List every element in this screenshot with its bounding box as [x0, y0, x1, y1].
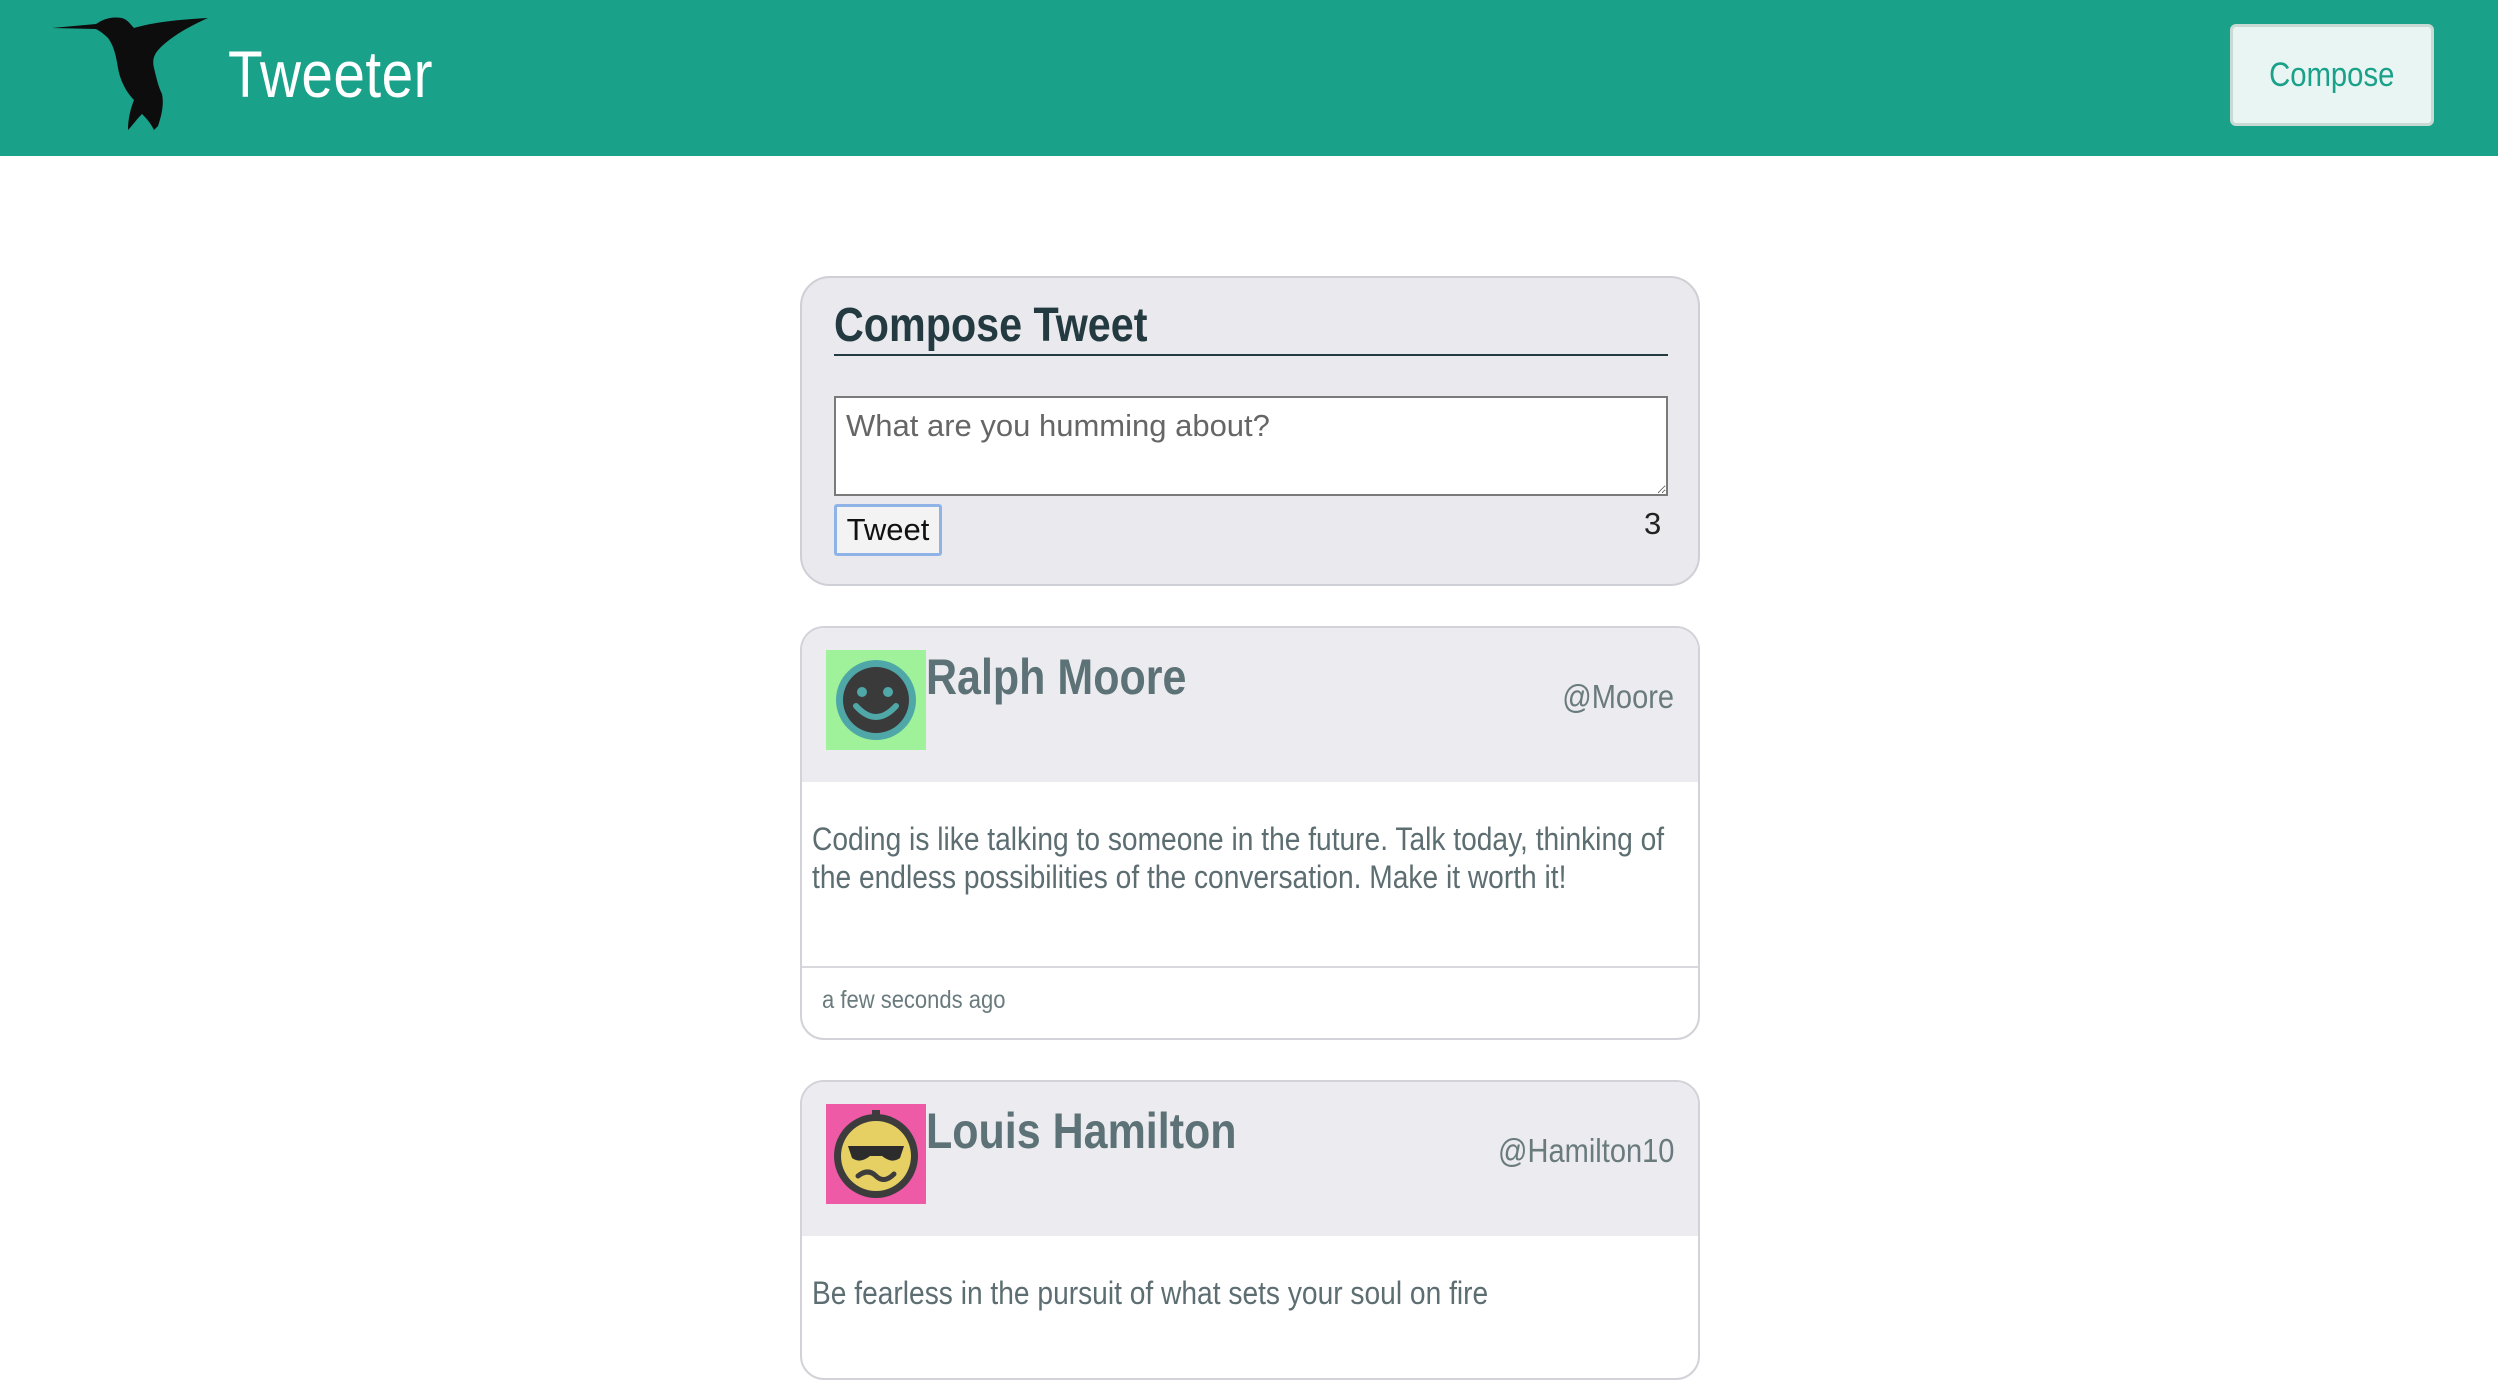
tweet-text: Coding is like talking to someone in the… [812, 821, 1665, 895]
tweet-card: Louis Hamilton @Hamilton10 Be fearless i… [800, 1080, 1700, 1380]
tweet-author-name: Ralph Moore [926, 649, 1187, 705]
smiley-face-icon [826, 650, 926, 750]
compose-divider [834, 354, 1668, 356]
tweet-card: Ralph Moore @Moore Coding is like talkin… [800, 626, 1700, 1040]
tweet-author-name: Louis Hamilton [926, 1103, 1237, 1159]
tweet-timestamp: a few seconds ago [822, 986, 1006, 1014]
tweet-footer-divider [802, 966, 1698, 968]
compose-title: Compose Tweet [834, 299, 1148, 352]
sunglasses-face-icon [826, 1104, 926, 1204]
navbar: Tweeter Compose [0, 0, 2498, 156]
hummingbird-logo-icon [52, 17, 208, 130]
character-counter: 3 [1644, 506, 1662, 541]
compose-button[interactable]: Compose [2230, 24, 2434, 126]
brand-title: Tweeter [228, 37, 433, 111]
tweet-header: Ralph Moore @Moore [802, 628, 1698, 782]
compose-tweet-panel: Compose Tweet Tweet 3 [800, 276, 1700, 586]
compose-button-label: Compose [2269, 55, 2395, 94]
tweet-author-handle: @Hamilton10 [1497, 1132, 1674, 1169]
tweet-author-handle: @Moore [1562, 678, 1674, 715]
tweet-input[interactable] [834, 396, 1668, 496]
tweet-submit-button[interactable]: Tweet [834, 504, 942, 556]
tweet-text: Be fearless in the pursuit of what sets … [812, 1275, 1489, 1311]
tweet-header: Louis Hamilton @Hamilton10 [802, 1082, 1698, 1236]
